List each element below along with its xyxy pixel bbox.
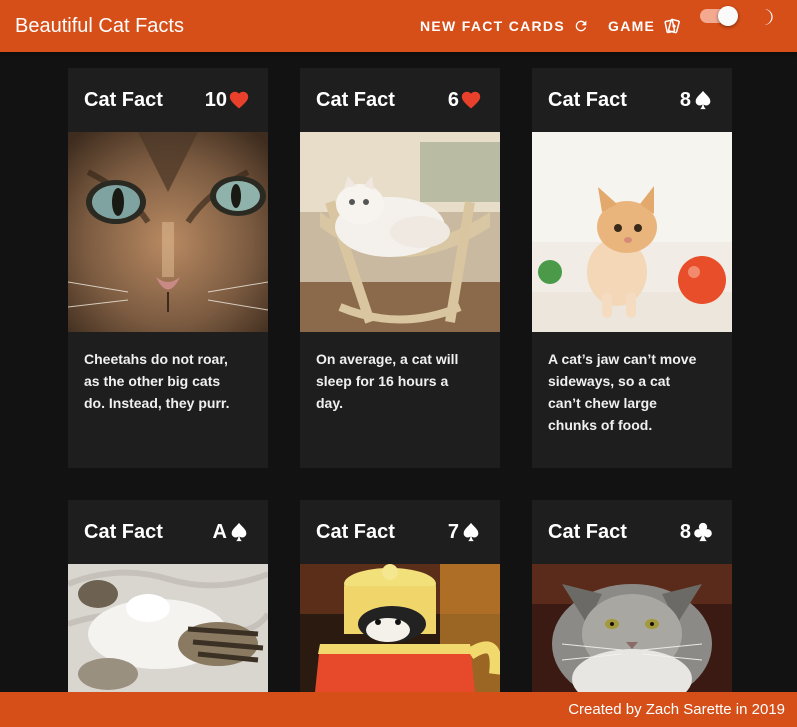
club-suit-icon bbox=[694, 522, 712, 542]
heart-suit-icon bbox=[461, 91, 481, 109]
card-rank-value: 7 bbox=[447, 521, 459, 543]
fact-card[interactable]: Cat Fact 10 Cheetahs do not roar, as the… bbox=[68, 68, 268, 468]
cat-photo bbox=[68, 132, 268, 332]
card-rank-value: 8 bbox=[679, 521, 691, 543]
card-rank-value: 8 bbox=[679, 89, 691, 111]
dark-mode-toggle-thumb bbox=[718, 6, 738, 26]
card-rank: 8 bbox=[680, 89, 714, 111]
new-fact-cards-label: NEW FACT CARDS bbox=[420, 18, 565, 34]
card-rank: A bbox=[213, 521, 250, 543]
spade-suit-icon bbox=[463, 522, 479, 542]
cat-photo bbox=[532, 132, 732, 332]
card-title: Cat Fact bbox=[316, 521, 395, 543]
card-title: Cat Fact bbox=[84, 89, 163, 111]
card-rank-value: 6 bbox=[447, 89, 459, 111]
game-button[interactable]: GAME bbox=[608, 0, 681, 52]
card-rank: 10 bbox=[205, 89, 250, 111]
game-label: GAME bbox=[608, 18, 656, 34]
card-rank: 7 bbox=[448, 521, 482, 543]
app-title: Beautiful Cat Facts bbox=[15, 15, 184, 37]
footer-credit: Created by Zach Sarette in 2019 bbox=[568, 701, 785, 718]
fact-card[interactable]: Cat Fact 8 bbox=[532, 500, 732, 692]
card-title: Cat Fact bbox=[548, 89, 627, 111]
dark-mode-toggle[interactable] bbox=[700, 6, 740, 26]
refresh-icon bbox=[575, 20, 587, 32]
card-header: Cat Fact 8 bbox=[532, 500, 732, 564]
fact-card[interactable]: Cat Fact 6 On average, a cat will sleep … bbox=[300, 68, 500, 468]
card-header: Cat Fact 6 bbox=[300, 68, 500, 132]
card-rank-value: 10 bbox=[204, 89, 227, 111]
fact-card[interactable]: Cat Fact A bbox=[68, 500, 268, 692]
card-title: Cat Fact bbox=[84, 521, 163, 543]
playing-cards-icon bbox=[664, 18, 681, 34]
card-rank: 6 bbox=[448, 89, 482, 111]
cat-photo bbox=[300, 132, 500, 332]
cat-photo bbox=[300, 564, 500, 692]
cat-photo bbox=[68, 564, 268, 692]
card-fact-text: On average, a cat will sleep for 16 hour… bbox=[316, 351, 459, 411]
spade-suit-icon bbox=[231, 522, 247, 542]
footer: Created by Zach Sarette in 2019 bbox=[0, 692, 797, 727]
card-header: Cat Fact 10 bbox=[68, 68, 268, 132]
card-rank: 8 bbox=[680, 521, 714, 543]
card-header: Cat Fact 8 bbox=[532, 68, 732, 132]
card-title: Cat Fact bbox=[548, 521, 627, 543]
app-bar: Beautiful Cat Facts NEW FACT CARDS GAME bbox=[0, 0, 797, 52]
card-fact-text: A cat’s jaw can’t move sideways, so a ca… bbox=[548, 351, 697, 433]
cat-photo bbox=[532, 564, 732, 692]
card-rank-value: A bbox=[212, 521, 227, 543]
card-fact-text: Cheetahs do not roar, as the other big c… bbox=[84, 351, 230, 411]
card-title: Cat Fact bbox=[316, 89, 395, 111]
card-header: Cat Fact 7 bbox=[300, 500, 500, 564]
new-fact-cards-button[interactable]: NEW FACT CARDS bbox=[420, 0, 589, 52]
fact-card[interactable]: Cat Fact 8 A cat’s jaw can’t move sidewa… bbox=[532, 68, 732, 468]
moon-icon bbox=[756, 8, 773, 26]
heart-suit-icon bbox=[229, 91, 249, 109]
fact-card[interactable]: Cat Fact 7 bbox=[300, 500, 500, 692]
card-header: Cat Fact A bbox=[68, 500, 268, 564]
spade-suit-icon bbox=[695, 90, 711, 110]
